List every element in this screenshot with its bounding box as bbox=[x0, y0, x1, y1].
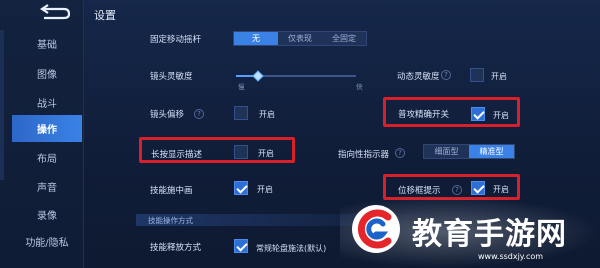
skill-center-toggle-label: 开启 bbox=[257, 185, 273, 194]
back-arrow-icon[interactable] bbox=[38, 4, 72, 22]
skill-release-checkbox[interactable] bbox=[234, 239, 248, 253]
sidebar-item-privacy[interactable]: 功能/隐私 bbox=[12, 228, 82, 255]
skill-center-label: 技能施中画 bbox=[150, 186, 193, 196]
fixed-joystick-segmented: 无 仅表现 全固定 bbox=[233, 31, 367, 46]
camera-offset-toggle-label: 开启 bbox=[259, 110, 275, 119]
target-indicator-help-icon[interactable]: ? bbox=[395, 148, 405, 158]
sidebar-item-replay[interactable]: 录像 bbox=[12, 201, 82, 228]
sidebar-item-image[interactable]: 图像 bbox=[12, 60, 82, 87]
camera-sensitivity-handle[interactable] bbox=[251, 70, 264, 82]
camera-offset-checkbox[interactable] bbox=[234, 106, 248, 120]
dynamic-sensitivity-toggle-label: 开启 bbox=[491, 72, 507, 81]
watermark-logo-icon bbox=[352, 205, 400, 253]
sidebar-item-sound[interactable]: 声音 bbox=[12, 173, 82, 200]
sidebar-item-controls[interactable]: 操作 bbox=[12, 115, 82, 142]
target-indicator-label: 指向性指示器 bbox=[338, 150, 390, 160]
camera-sensitivity-label: 镜头灵敏度 bbox=[150, 72, 193, 82]
dynamic-sensitivity-label: 动态灵敏度 bbox=[397, 72, 440, 82]
watermark-url: www.ssdxjy.com bbox=[478, 252, 544, 261]
indicator-option-precise[interactable]: 精准型 bbox=[469, 145, 514, 158]
sidebar: 基础 图像 战斗 操作 布局 声音 录像 功能/隐私 bbox=[0, 0, 84, 268]
target-indicator-segmented: 细面型 精准型 bbox=[423, 144, 515, 159]
sidebar-item-layout[interactable]: 布局 bbox=[12, 144, 82, 171]
fixed-joystick-label: 固定移动摇杆 bbox=[150, 35, 202, 45]
sidebar-item-basic[interactable]: 基础 bbox=[12, 30, 82, 57]
indicator-option-area[interactable]: 细面型 bbox=[424, 145, 469, 158]
skill-release-option-label: 常规轮盘施法(默认) bbox=[256, 244, 327, 253]
slider-low-label: 慢 bbox=[238, 83, 245, 91]
highlight-box-precise-aim bbox=[383, 97, 520, 127]
sidebar-item-battle[interactable]: 战斗 bbox=[12, 89, 82, 116]
watermark-title: 教育手游网 bbox=[412, 217, 567, 252]
section-title: 技能操作方式 bbox=[148, 216, 193, 225]
slider-high-label: 快 bbox=[356, 83, 363, 91]
joystick-option-none[interactable]: 无 bbox=[234, 32, 278, 45]
highlight-box-long-press bbox=[139, 137, 295, 163]
joystick-option-fixed[interactable]: 全固定 bbox=[322, 32, 366, 45]
page-title: 设置 bbox=[94, 9, 116, 22]
dynamic-sensitivity-help-icon[interactable]: ? bbox=[441, 70, 451, 80]
settings-screen: 基础 图像 战斗 操作 布局 声音 录像 功能/隐私 设置 固定移动摇杆 无 仅… bbox=[0, 0, 600, 268]
skill-center-checkbox[interactable] bbox=[234, 181, 248, 195]
camera-offset-label: 镜头偏移 bbox=[150, 110, 185, 120]
joystick-option-visual[interactable]: 仅表现 bbox=[278, 32, 322, 45]
sidebar-edge bbox=[0, 30, 4, 180]
skill-release-label: 技能释放方式 bbox=[150, 243, 202, 253]
dynamic-sensitivity-checkbox[interactable] bbox=[470, 68, 484, 82]
camera-offset-help-icon[interactable]: ? bbox=[194, 109, 204, 119]
